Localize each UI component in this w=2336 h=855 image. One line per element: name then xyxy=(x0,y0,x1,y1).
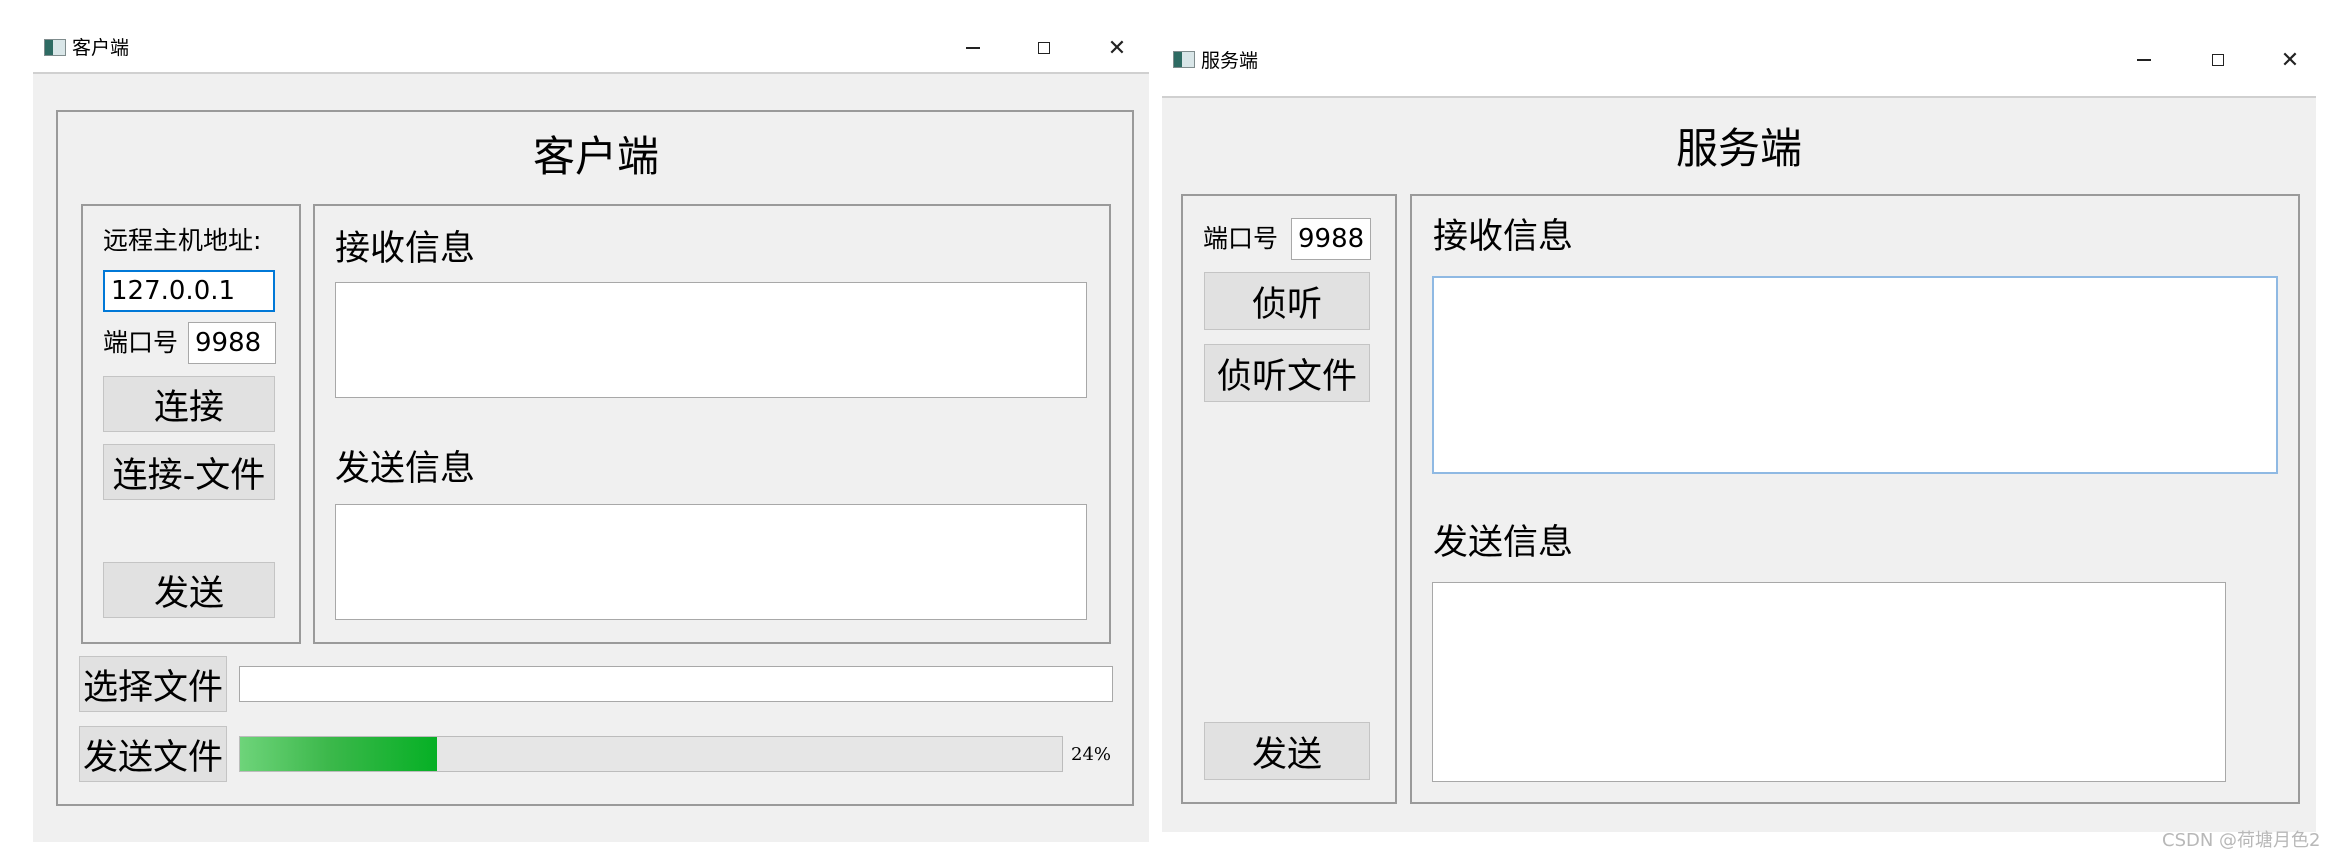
app-window-icon xyxy=(44,39,66,56)
maximize-icon[interactable] xyxy=(2196,40,2240,80)
file-path-input[interactable] xyxy=(239,666,1113,702)
server-window: 服务端 ✕ 服务端 端口号 侦听 侦听文件 发送 接收信息 发送信息 xyxy=(1162,40,2316,832)
listen-button[interactable]: 侦听 xyxy=(1204,272,1370,330)
server-heading: 服务端 xyxy=(1675,124,1802,173)
listen-file-button[interactable]: 侦听文件 xyxy=(1204,344,1370,402)
send-file-button[interactable]: 发送文件 xyxy=(79,726,227,782)
close-icon[interactable]: ✕ xyxy=(2268,40,2312,80)
server-receive-textbox[interactable] xyxy=(1432,276,2278,474)
close-icon[interactable]: ✕ xyxy=(1095,28,1139,68)
maximize-icon[interactable] xyxy=(1022,28,1066,68)
server-port-label: 端口号 xyxy=(1203,224,1279,253)
client-window-title: 客户端 xyxy=(72,37,130,59)
client-titlebar[interactable]: 客户端 ✕ xyxy=(33,28,1149,72)
client-window: 客户端 ✕ 客户端 远程主机地址: 端口号 连接 连接-文件 发送 接收信息 发… xyxy=(33,28,1149,842)
server-titlebar[interactable]: 服务端 ✕ xyxy=(1162,40,2316,84)
client-receive-textbox[interactable] xyxy=(335,282,1087,398)
connect-file-button[interactable]: 连接-文件 xyxy=(103,444,275,500)
server-port-input[interactable] xyxy=(1291,218,1371,260)
file-progress-bar xyxy=(239,736,1063,772)
minimize-icon[interactable] xyxy=(2122,40,2166,80)
client-body: 客户端 远程主机地址: 端口号 连接 连接-文件 发送 接收信息 发送信息 选择… xyxy=(33,72,1149,842)
client-send-button[interactable]: 发送 xyxy=(103,562,275,618)
client-port-input[interactable] xyxy=(188,322,276,364)
remote-host-input[interactable] xyxy=(103,270,275,312)
remote-host-label: 远程主机地址: xyxy=(103,226,262,255)
client-send-label: 发送信息 xyxy=(335,449,476,489)
watermark: CSDN @荷塘月色2 xyxy=(2162,830,2321,851)
server-window-title: 服务端 xyxy=(1201,50,1259,72)
server-send-button[interactable]: 发送 xyxy=(1204,722,1370,780)
client-receive-label: 接收信息 xyxy=(335,229,476,269)
connect-button[interactable]: 连接 xyxy=(103,376,275,432)
server-receive-label: 接收信息 xyxy=(1433,217,1574,257)
client-port-label: 端口号 xyxy=(103,328,179,357)
minimize-icon[interactable] xyxy=(951,28,995,68)
server-send-textbox[interactable] xyxy=(1432,582,2226,782)
file-progress-fill xyxy=(240,737,438,771)
app-window-icon xyxy=(1173,51,1195,68)
progress-percent: 24% xyxy=(1071,744,1112,765)
client-send-textbox[interactable] xyxy=(335,504,1087,620)
choose-file-button[interactable]: 选择文件 xyxy=(79,656,227,712)
client-heading: 客户端 xyxy=(532,132,659,181)
server-body: 服务端 端口号 侦听 侦听文件 发送 接收信息 发送信息 xyxy=(1162,96,2316,832)
server-send-label: 发送信息 xyxy=(1433,523,1574,563)
